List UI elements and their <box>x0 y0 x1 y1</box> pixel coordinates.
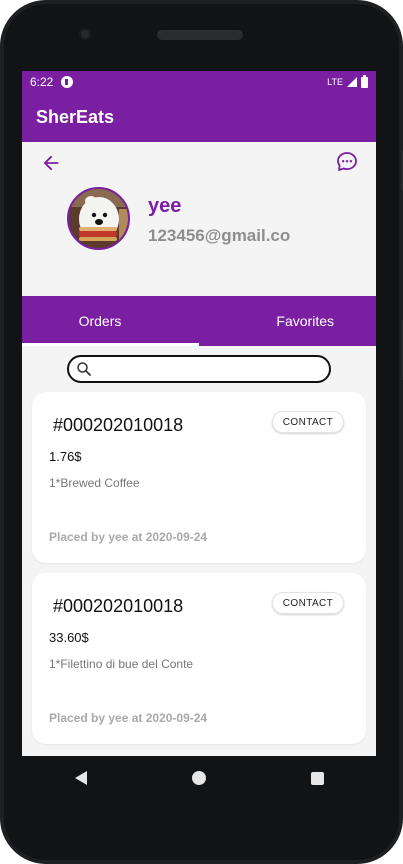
status-time: 6:22 <box>30 75 54 89</box>
app-screen: 6:22 LTE SherEats yee 123456@gmail.co Or… <box>22 71 376 756</box>
avatar <box>67 187 130 250</box>
tab-orders[interactable]: Orders <box>22 296 178 346</box>
battery-icon <box>361 74 368 88</box>
back-arrow-icon[interactable] <box>40 152 62 174</box>
contact-button[interactable]: CONTACT <box>272 411 344 433</box>
search-icon <box>77 362 91 376</box>
chat-bubble-icon[interactable] <box>335 150 359 174</box>
system-nav-bar <box>22 756 376 800</box>
order-id: #000202010018 <box>53 596 184 616</box>
order-price: 33.60$ <box>49 630 89 645</box>
notification-app-icon <box>61 76 74 88</box>
tab-selected-indicator <box>22 343 199 346</box>
order-items: 1*Brewed Coffee <box>49 476 140 490</box>
avatar-image <box>69 189 128 248</box>
nav-back-icon[interactable] <box>74 771 87 785</box>
signal-icon <box>347 77 357 87</box>
contact-button[interactable]: CONTACT <box>272 592 344 614</box>
earpiece-speaker <box>157 30 243 40</box>
order-card[interactable]: #000202010018 CONTACT 1.76$ 1*Brewed Cof… <box>32 392 366 563</box>
status-bar: 6:22 LTE <box>22 71 376 93</box>
order-id: #000202010018 <box>53 415 184 435</box>
profile-section: yee 123456@gmail.co <box>22 142 376 296</box>
order-placed-info: Placed by yee at 2020-09-24 <box>49 530 208 544</box>
order-card[interactable]: #000202010018 CONTACT 33.60$ 1*Filettino… <box>32 573 366 744</box>
nav-recents-icon[interactable] <box>310 771 324 785</box>
app-bar: SherEats <box>22 93 376 142</box>
user-name: yee <box>148 195 182 217</box>
order-items: 1*Filettino di bue del Conte <box>49 657 194 671</box>
status-indicators: LTE <box>327 74 368 88</box>
search-input[interactable] <box>97 359 329 379</box>
order-placed-info: Placed by yee at 2020-09-24 <box>49 711 208 725</box>
user-email: 123456@gmail.co <box>148 226 291 245</box>
front-camera <box>79 28 91 40</box>
tab-favorites[interactable]: Favorites <box>178 296 376 346</box>
network-type: LTE <box>327 77 343 87</box>
orders-list: #000202010018 CONTACT 1.76$ 1*Brewed Cof… <box>22 392 376 744</box>
nav-home-icon[interactable] <box>191 771 206 785</box>
order-price: 1.76$ <box>49 449 82 464</box>
app-title: SherEats <box>36 107 115 127</box>
tab-bar: Orders Favorites <box>22 296 376 346</box>
search-box[interactable] <box>67 355 331 383</box>
search-row <box>22 346 376 392</box>
